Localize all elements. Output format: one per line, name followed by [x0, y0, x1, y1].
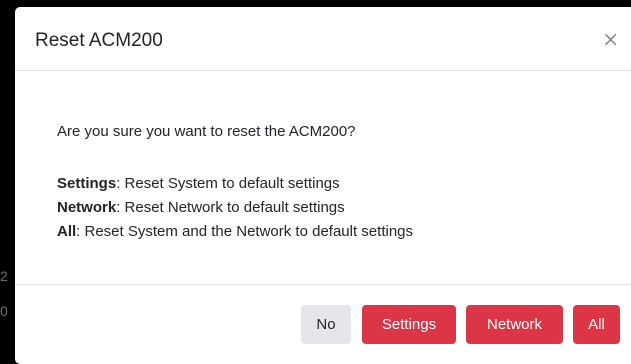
option-text: : Reset System and the Network to defaul… [76, 223, 414, 240]
option-settings-description: Settings: Reset System to default settin… [57, 174, 340, 194]
no-button[interactable]: No [301, 305, 351, 344]
option-name: Settings [57, 175, 117, 192]
close-icon[interactable]: × [602, 29, 619, 49]
option-text: : Reset Network to default settings [116, 199, 345, 216]
dialog-body: Are you sure you want to reset the ACM20… [15, 71, 631, 285]
option-name: All [57, 223, 77, 240]
option-name: Network [57, 199, 117, 216]
reset-settings-button[interactable]: Settings [362, 305, 456, 344]
dialog-footer: No Settings Network All [15, 285, 631, 364]
confirm-question: Are you sure you want to reset the ACM20… [57, 123, 356, 140]
background-text-fragment: 0 [0, 303, 8, 319]
option-text: : Reset System to default settings [116, 175, 340, 192]
dialog-title: Reset ACM200 [35, 30, 163, 51]
dialog-header: Reset ACM200 × [15, 7, 631, 71]
background-text-fragment: 2 [0, 268, 8, 284]
reset-network-button[interactable]: Network [466, 305, 563, 344]
reset-all-button[interactable]: All [573, 305, 620, 344]
option-network-description: Network: Reset Network to default settin… [57, 198, 345, 218]
option-all-description: All: Reset System and the Network to def… [57, 222, 413, 242]
reset-dialog: Reset ACM200 × Are you sure you want to … [15, 7, 631, 364]
